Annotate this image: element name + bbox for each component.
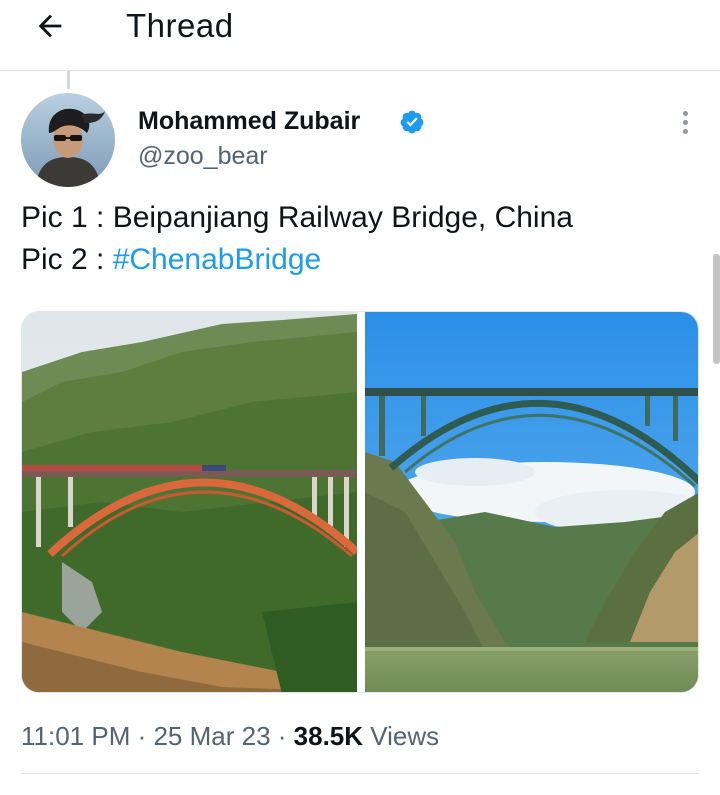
author-handle[interactable]: @zoo_bear (138, 141, 268, 171)
meta-separator: · (130, 721, 154, 751)
more-dot (682, 128, 688, 134)
more-dots-icon (682, 110, 688, 116)
meta-separator-2: · (270, 721, 294, 751)
header-divider (0, 70, 720, 71)
tweet-date[interactable]: 25 Mar 23 (153, 721, 270, 751)
thread-connector-line (67, 71, 70, 89)
avatar-photo (21, 93, 115, 187)
avatar[interactable] (21, 93, 115, 187)
hashtag-link[interactable]: #ChenabBridge (113, 243, 322, 276)
more-dot (682, 119, 688, 125)
bottom-divider (21, 773, 699, 774)
tweet-text-line-1: Pic 1 : Beipanjiang Railway Bridge, Chin… (21, 201, 573, 234)
views-count[interactable]: 38.5K (294, 721, 363, 751)
tweet-text-line-2-prefix: Pic 2 : (21, 243, 113, 276)
author-name[interactable]: Mohammed Zubair (138, 106, 360, 136)
media-photo-1[interactable] (22, 312, 357, 692)
beipanjiang-bridge-image (22, 312, 357, 692)
scrollbar[interactable] (713, 254, 720, 364)
page-title: Thread (126, 7, 234, 44)
views-label: Views (363, 721, 440, 751)
back-button[interactable] (30, 6, 70, 46)
top-app-bar: Thread (0, 0, 720, 70)
verified-badge-icon (400, 110, 424, 134)
tweet-media-grid (21, 311, 699, 693)
more-options-button[interactable] (672, 105, 698, 139)
chenab-bridge-image (365, 312, 698, 692)
arrow-left-icon (38, 14, 62, 38)
media-photo-2[interactable] (365, 312, 698, 692)
tweet-meta: 11:01 PM · 25 Mar 23 · 38.5K Views (21, 719, 439, 753)
tweet-time[interactable]: 11:01 PM (21, 721, 130, 751)
tweet-text: Pic 1 : Beipanjiang Railway Bridge, Chin… (21, 197, 573, 281)
tweet-text-line-2: Pic 2 : #ChenabBridge (21, 239, 573, 281)
